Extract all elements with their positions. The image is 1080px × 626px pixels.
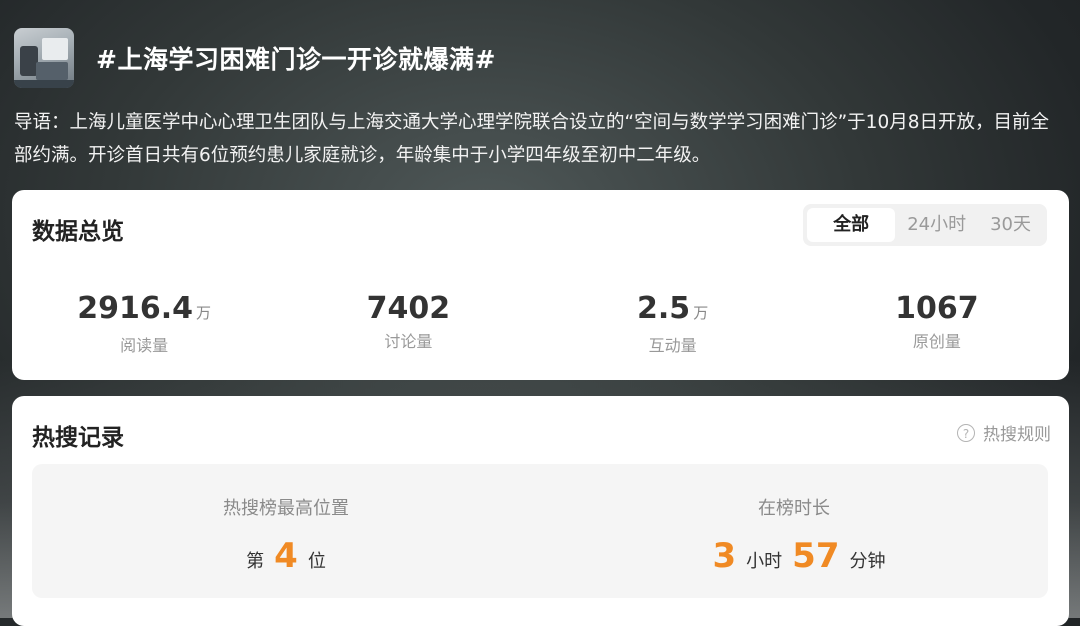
stat-value: 2.5 — [637, 291, 691, 326]
tab-30d[interactable]: 30天 — [978, 208, 1043, 242]
stat-label: 互动量 — [648, 336, 697, 355]
question-circle-icon: ? — [957, 423, 975, 442]
topic-thumbnail[interactable] — [14, 28, 74, 88]
topic-title: #上海学习困难门诊一开诊就爆满# — [96, 45, 496, 74]
overview-title: 数据总览 — [32, 219, 124, 245]
minutes-unit: 分钟 — [849, 551, 886, 572]
highest-position-label: 热搜榜最高位置 — [223, 498, 349, 519]
stat-label: 讨论量 — [384, 332, 433, 351]
topic-header: #上海学习困难门诊一开诊就爆满# — [14, 28, 496, 88]
tab-24h[interactable]: 24小时 — [895, 208, 978, 242]
stat-interactions: 2.5 万 互动量 — [541, 292, 805, 356]
data-overview-card: 数据总览 全部 24小时 30天 2916.4 万 阅读量 7402 讨论量 2.… — [12, 190, 1069, 380]
duration-on-list: 在榜时长 3 小时 57 分钟 — [540, 464, 1048, 576]
duration-label: 在榜时长 — [758, 498, 830, 519]
stat-original: 1067 原创量 — [805, 292, 1069, 356]
rules-label: 热搜规则 — [983, 425, 1051, 445]
stat-value: 7402 — [366, 291, 451, 326]
time-range-tabs: 全部 24小时 30天 — [803, 204, 1047, 246]
stat-label: 原创量 — [912, 332, 961, 351]
duration-hours: 3 — [712, 536, 737, 576]
stat-unit: 万 — [693, 304, 709, 322]
stat-discussions: 7402 讨论量 — [276, 292, 540, 356]
highest-position: 热搜榜最高位置 第 4 位 — [32, 464, 540, 576]
hot-record-title: 热搜记录 — [32, 425, 124, 451]
rank-suffix: 位 — [307, 551, 326, 572]
hot-search-rules-link[interactable]: ? 热搜规则 — [957, 420, 1051, 445]
tab-all[interactable]: 全部 — [807, 208, 896, 242]
hot-search-record-card: 热搜记录 ? 热搜规则 热搜榜最高位置 第 4 位 在榜时长 3 小时 57 分… — [12, 396, 1069, 626]
rank-prefix: 第 — [246, 551, 265, 572]
stat-reads: 2916.4 万 阅读量 — [12, 292, 276, 356]
topic-lead: 导语：上海儿童医学中心心理卫生团队与上海交通大学心理学院联合设立的“空间与数学学… — [14, 112, 1049, 166]
hours-unit: 小时 — [746, 551, 783, 572]
record-panel: 热搜榜最高位置 第 4 位 在榜时长 3 小时 57 分钟 — [32, 464, 1048, 598]
rank-value: 4 — [274, 536, 298, 576]
stat-value: 1067 — [895, 291, 979, 326]
stat-unit: 万 — [196, 304, 212, 322]
stats-row: 2916.4 万 阅读量 7402 讨论量 2.5 万 互动量 1067 原创量 — [12, 292, 1069, 356]
duration-minutes: 57 — [792, 536, 840, 576]
stat-value: 2916.4 — [77, 291, 193, 326]
stat-label: 阅读量 — [120, 336, 169, 355]
